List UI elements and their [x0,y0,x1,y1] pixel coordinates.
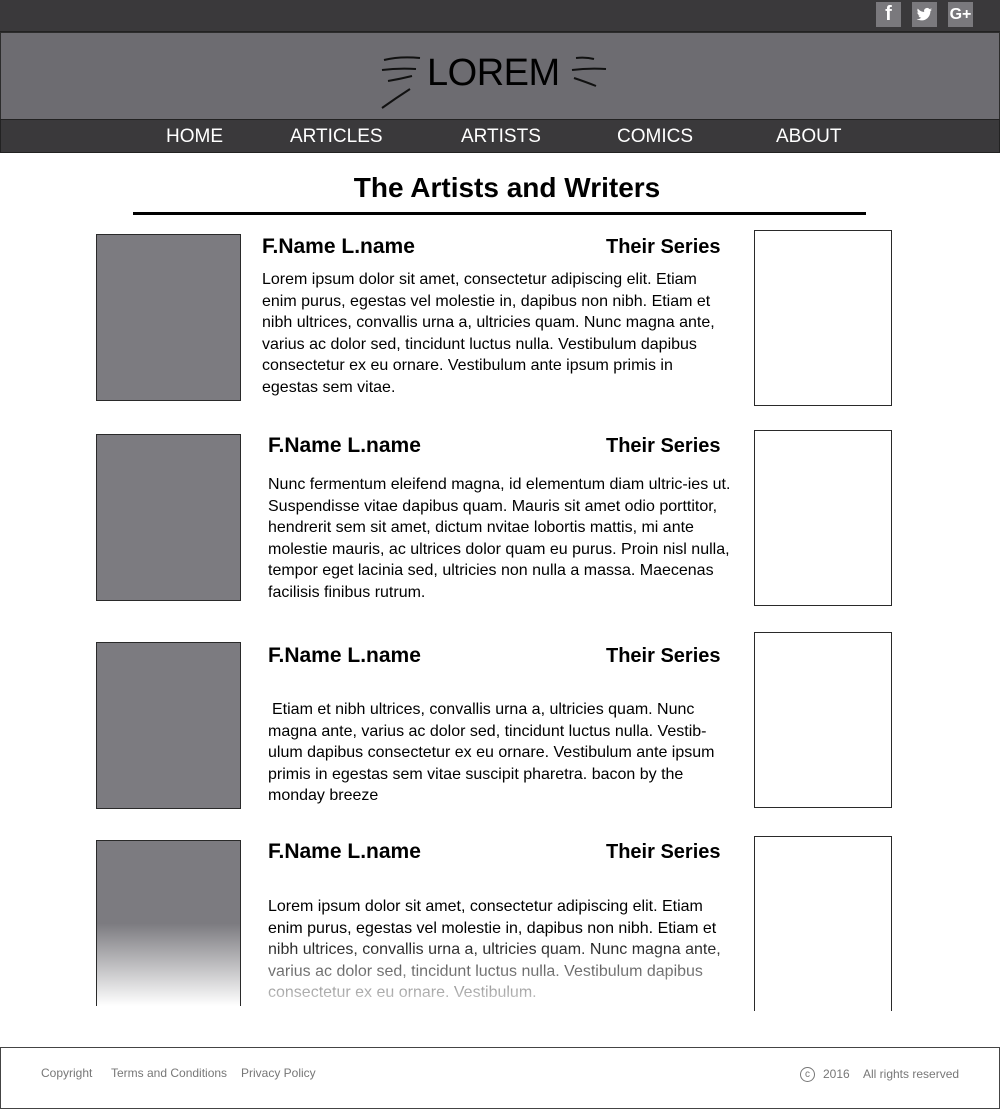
nav-articles[interactable]: ARTICLES [290,126,383,148]
artist-bio: Nunc fermentum eleifend magna, id elemen… [268,476,731,601]
artist-series[interactable]: Their Series [606,841,721,864]
nav-about[interactable]: ABOUT [776,126,841,148]
artist-bio: Lorem ipsum dolor sit amet, consectetur … [262,271,715,396]
footer-year: 2016 [823,1067,850,1081]
title-divider [133,212,866,215]
artist-name[interactable]: F.Name L.name [268,434,421,458]
series-cover-placeholder[interactable] [754,430,892,606]
artist-name[interactable]: F.Name L.name [262,235,415,259]
artist-name[interactable]: F.Name L.name [268,840,421,864]
copyright-icon: c [800,1067,815,1082]
twitter-icon[interactable] [912,2,937,27]
artist-series[interactable]: Their Series [606,645,721,668]
nav-home[interactable]: HOME [166,126,223,148]
artist-photo-placeholder[interactable] [96,434,241,601]
twitter-bird-icon [916,7,932,21]
footer-link-copyright[interactable]: Copyright [41,1066,92,1080]
nav-comics[interactable]: COMICS [617,126,693,148]
artist-photo-placeholder[interactable] [96,840,241,1006]
artist-bio: Lorem ipsum dolor sit amet, consectetur … [268,896,738,1004]
artist-photo-placeholder[interactable] [96,642,241,809]
logo-text: LOREM [427,52,560,94]
footer-link-terms[interactable]: Terms and Conditions [111,1066,227,1080]
page-title: The Artists and Writers [353,172,661,203]
google-plus-icon[interactable]: G+ [948,2,973,27]
series-cover-placeholder[interactable] [754,230,892,406]
nav-artists[interactable]: ARTISTS [461,126,541,148]
artist-series[interactable]: Their Series [606,435,721,458]
series-cover-placeholder[interactable] [754,836,892,1011]
artist-bio: Etiam et nibh ultrices, convallis urna a… [268,701,715,805]
footer-rights: All rights reserved [863,1067,960,1081]
top-bar [0,0,1000,32]
artist-photo-placeholder[interactable] [96,234,241,401]
series-cover-placeholder[interactable] [754,632,892,808]
footer-link-privacy[interactable]: Privacy Policy [241,1066,316,1080]
facebook-icon[interactable]: f [876,2,901,27]
site-logo[interactable]: LOREM [380,48,610,114]
artist-series[interactable]: Their Series [606,236,721,259]
artist-name[interactable]: F.Name L.name [268,644,421,668]
